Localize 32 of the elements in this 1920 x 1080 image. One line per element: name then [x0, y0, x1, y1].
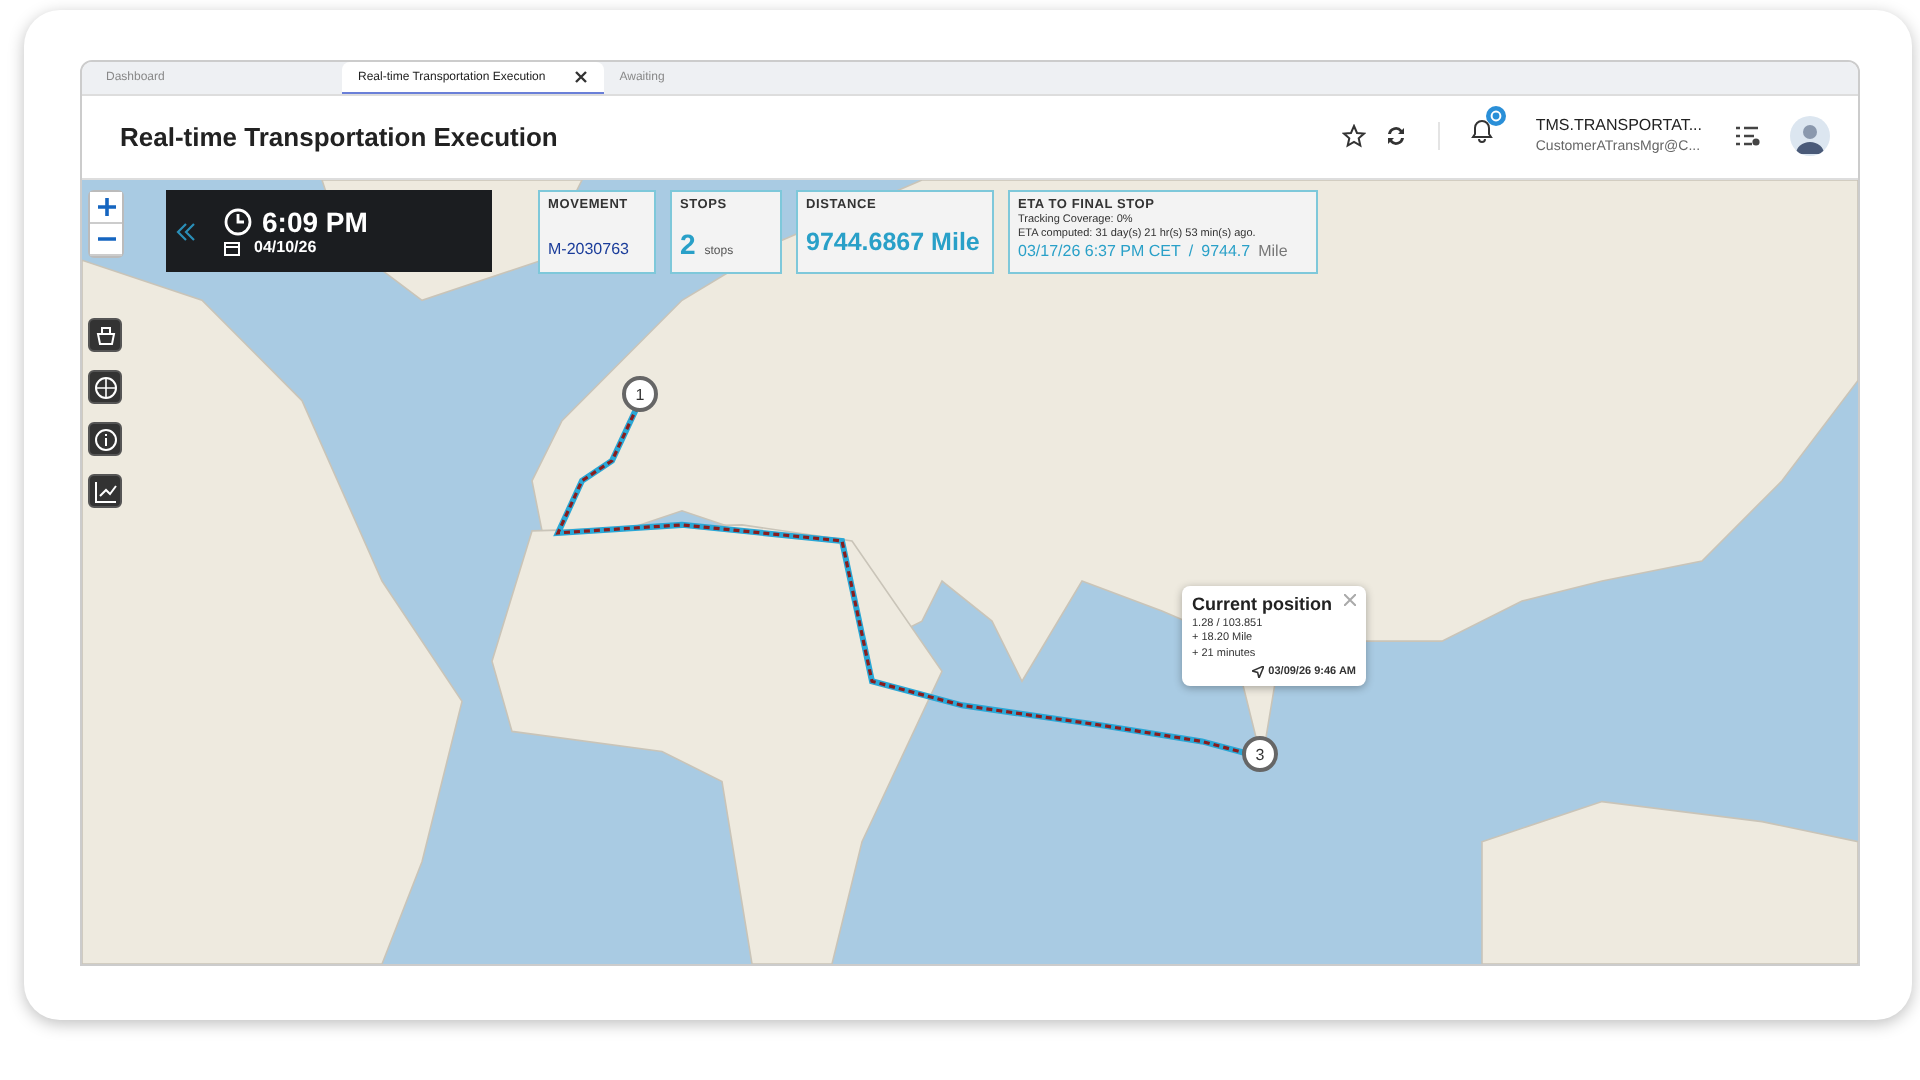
avatar[interactable] — [1790, 116, 1830, 157]
plus-icon — [97, 198, 115, 216]
refresh-icon[interactable] — [1383, 124, 1408, 149]
distance-value: 9744.6867 Mile — [806, 228, 982, 256]
eta-unit: Mile — [1258, 242, 1288, 260]
navigation-icon — [1252, 666, 1265, 679]
eta-distance: 9744.7 — [1201, 242, 1251, 260]
movement-id[interactable]: M-2030763 — [548, 240, 646, 258]
line-chart-icon — [93, 479, 117, 503]
ship-button[interactable] — [88, 318, 122, 352]
collapse-icon[interactable] — [176, 221, 196, 241]
user-name: TMS.TRANSPORTAT... — [1535, 116, 1702, 139]
info-icon — [93, 427, 117, 451]
current-time: 6:09 PM — [262, 206, 368, 238]
page-title: Real-time Transportation Execution — [120, 122, 558, 152]
bell-icon[interactable] — [1469, 118, 1494, 145]
star-icon[interactable] — [1341, 124, 1366, 149]
clock-icon — [224, 208, 252, 236]
current-date: 04/10/26 — [254, 238, 317, 256]
close-icon[interactable] — [573, 70, 588, 84]
list-icon[interactable] — [1736, 126, 1760, 147]
notification-badge-icon — [1485, 106, 1506, 127]
zoom-in-button[interactable] — [90, 192, 122, 224]
calendar-icon — [224, 239, 240, 255]
crosshair-icon — [93, 375, 117, 399]
popup-title: Current position — [1192, 594, 1332, 614]
separator: / — [1188, 242, 1194, 260]
compass-button[interactable] — [88, 370, 122, 404]
chart-button[interactable] — [88, 474, 122, 508]
eta-value: 03/17/26 6:37 PM CET — [1018, 242, 1181, 260]
info-button[interactable] — [88, 422, 122, 456]
stops-count: 2 — [680, 228, 696, 260]
